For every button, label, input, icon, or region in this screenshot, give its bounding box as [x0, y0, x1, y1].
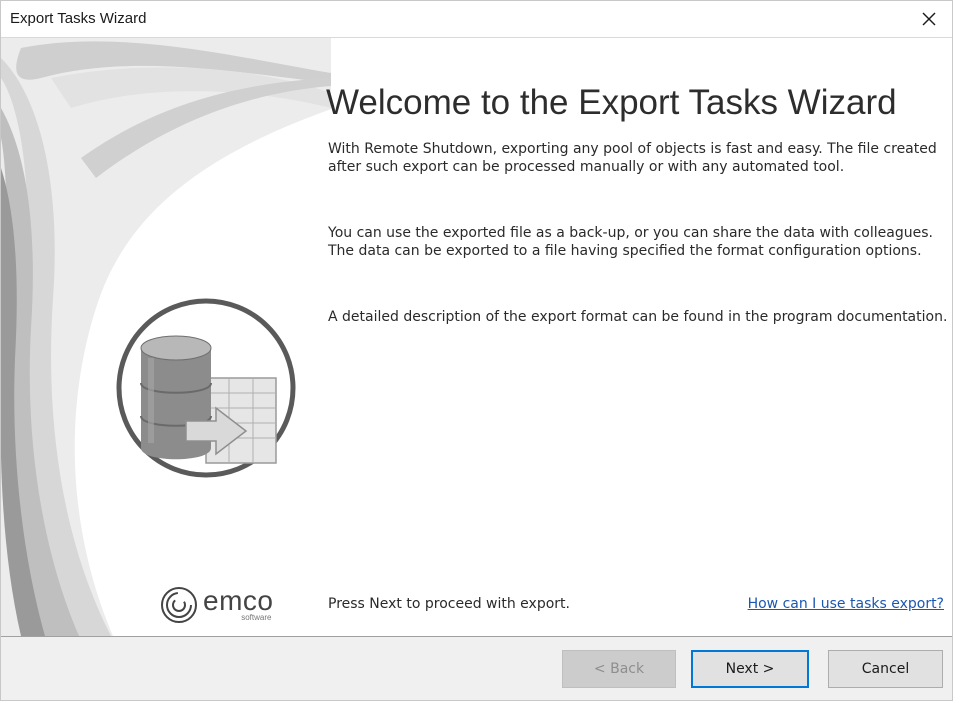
press-next-hint: Press Next to proceed with export.: [328, 596, 570, 612]
logo-word: emco: [203, 585, 274, 616]
intro-paragraph-1: With Remote Shutdown, exporting any pool…: [328, 141, 937, 175]
close-icon: [922, 12, 936, 26]
wizard-side-artwork: [1, 38, 331, 636]
emco-logo: emco software: [159, 585, 273, 629]
close-button[interactable]: [906, 1, 952, 37]
title-bar: Export Tasks Wizard: [1, 1, 952, 38]
back-button[interactable]: < Back: [562, 650, 676, 688]
emco-logo-icon: [159, 585, 199, 629]
intro-paragraph-2: You can use the exported file as a back-…: [328, 225, 933, 259]
intro-paragraph-3: A detailed description of the export for…: [328, 309, 948, 325]
logo-subtitle: software: [241, 613, 272, 622]
next-button[interactable]: Next >: [691, 650, 809, 688]
wizard-footer: < Back Next > Cancel: [1, 637, 952, 700]
export-tasks-wizard-window: Export Tasks Wizard emco software Welcom…: [0, 0, 953, 701]
wizard-heading: Welcome to the Export Tasks Wizard: [326, 83, 897, 122]
window-title: Export Tasks Wizard: [10, 10, 147, 27]
cancel-button[interactable]: Cancel: [828, 650, 943, 688]
wizard-content: emco software Welcome to the Export Task…: [1, 38, 952, 636]
database-export-icon: [140, 335, 277, 464]
tasks-export-help-link[interactable]: How can I use tasks export?: [748, 596, 944, 612]
